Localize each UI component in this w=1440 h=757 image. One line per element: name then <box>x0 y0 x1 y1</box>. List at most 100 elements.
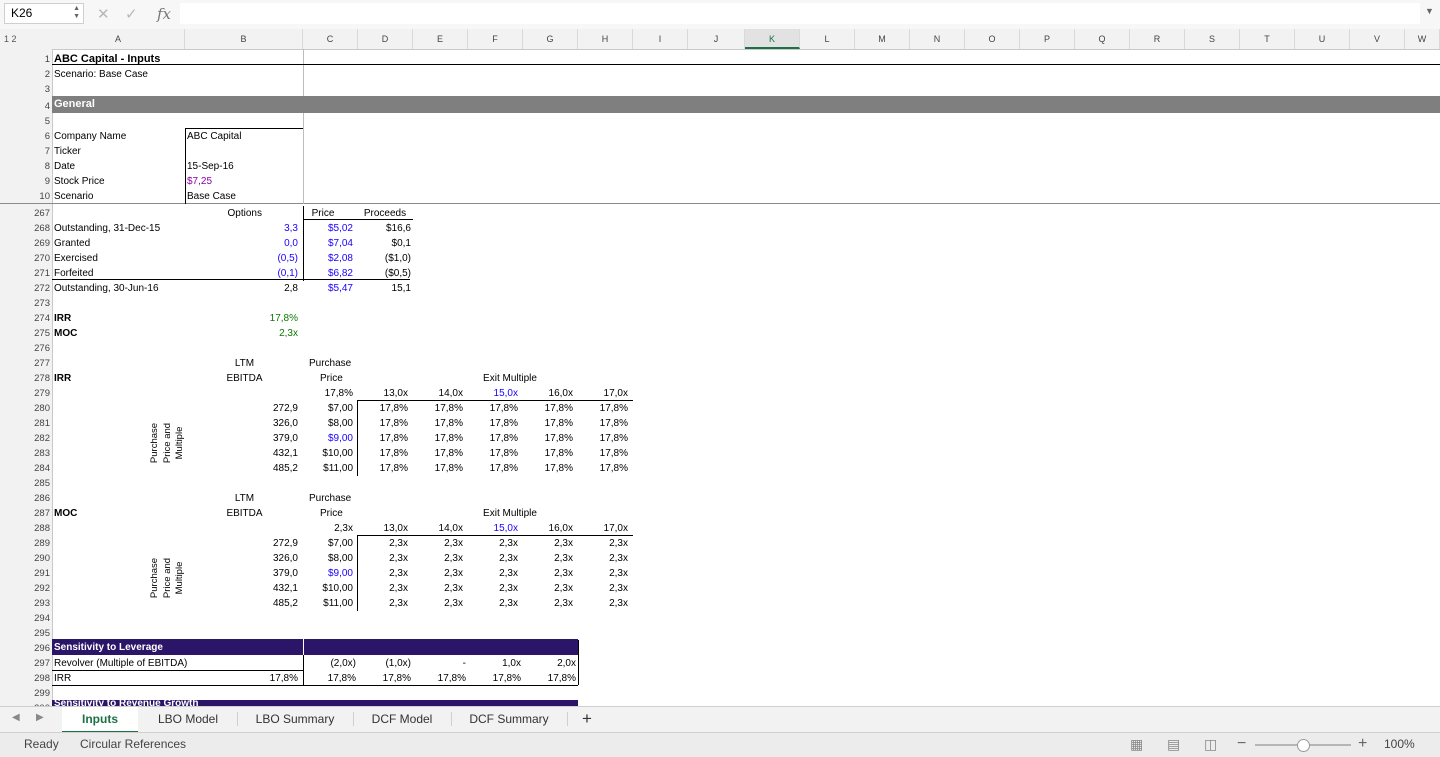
price-label[interactable]: Price <box>320 506 360 521</box>
sensitivity-cell[interactable]: 2,3x <box>523 536 573 551</box>
purchase-price[interactable]: $11,00 <box>303 461 353 476</box>
sensitivity-cell[interactable]: 17,8% <box>358 401 408 416</box>
section-header-revenue-growth[interactable]: Sensitivity to Revenue Growth <box>54 696 454 706</box>
sensitivity-cell[interactable]: 17,8% <box>578 401 628 416</box>
options-row-label[interactable]: Granted <box>54 236 184 251</box>
sensitivity-cell[interactable]: 2,3x <box>523 581 573 596</box>
options-value[interactable]: 3,3 <box>187 221 298 236</box>
sensitivity-cell[interactable]: 17,8% <box>413 401 463 416</box>
options-price[interactable]: $2,08 <box>303 251 353 266</box>
sensitivity-cell[interactable]: 17,8% <box>578 431 628 446</box>
exit-multiple-header[interactable]: 13,0x <box>358 521 408 536</box>
ebitda-value[interactable]: 432,1 <box>187 581 298 596</box>
exit-multiple-header[interactable]: 17,0x <box>578 521 628 536</box>
exit-multiple-header[interactable]: 16,0x <box>523 521 573 536</box>
general-label[interactable]: Stock Price <box>54 174 184 189</box>
sensitivity-cell[interactable]: 2,3x <box>413 536 463 551</box>
sensitivity-cell[interactable]: 2,3x <box>358 551 408 566</box>
ebitda-value[interactable]: 379,0 <box>187 566 298 581</box>
leverage-irr-value[interactable]: 17,8% <box>523 671 576 686</box>
purchase-label[interactable]: Purchase <box>309 356 369 371</box>
ebitda-value[interactable]: 485,2 <box>187 596 298 611</box>
exit-multiple-header[interactable]: 15,0x <box>468 521 518 536</box>
normal-view-icon[interactable]: ▦ <box>1130 736 1143 753</box>
exit-multiple-label[interactable]: Exit Multiple <box>455 506 565 521</box>
exit-multiple-header[interactable]: 14,0x <box>413 521 463 536</box>
exit-multiple-header[interactable]: 15,0x <box>468 386 518 401</box>
purchase-price[interactable]: $10,00 <box>303 446 353 461</box>
revolver-value[interactable]: 1,0x <box>468 656 521 671</box>
general-value[interactable]: $7,25 <box>187 174 301 189</box>
options-value[interactable]: (0,5) <box>187 251 298 266</box>
tab-scroll-right-icon[interactable]: ▶ <box>36 712 44 723</box>
sensitivity-cell[interactable]: 17,8% <box>358 416 408 431</box>
exit-multiple-label[interactable]: Exit Multiple <box>455 371 565 386</box>
sensitivity-cell[interactable]: 2,3x <box>358 581 408 596</box>
purchase-label[interactable]: Purchase <box>309 491 369 506</box>
sensitivity-cell[interactable]: 2,3x <box>358 536 408 551</box>
sensitivity-cell[interactable]: 2,3x <box>523 596 573 611</box>
leverage-irr-value[interactable]: 17,8% <box>358 671 411 686</box>
options-row-label[interactable]: Outstanding, 30-Jun-16 <box>54 281 184 296</box>
leverage-irr-value[interactable]: 17,8% <box>413 671 466 686</box>
leverage-irr-value[interactable]: 17,8% <box>303 671 356 686</box>
exit-multiple-header[interactable]: 17,0x <box>578 386 628 401</box>
moc-value[interactable]: 2,3x <box>187 326 298 341</box>
sensitivity-cell[interactable]: 17,8% <box>413 416 463 431</box>
exit-multiple-header[interactable]: 13,0x <box>358 386 408 401</box>
general-value[interactable]: 15-Sep-16 <box>187 159 301 174</box>
zoom-level[interactable]: 100% <box>1384 737 1415 751</box>
ltm-label[interactable]: LTM <box>187 491 302 506</box>
sensitivity-cell[interactable]: 2,3x <box>578 536 628 551</box>
price-label[interactable]: Price <box>320 371 360 386</box>
worksheet-grid[interactable]: ABC Capital - Inputs Scenario: Base Case G… <box>0 0 1440 706</box>
revolver-value[interactable]: - <box>413 656 466 671</box>
moc-label[interactable]: MOC <box>54 326 174 341</box>
sensitivity-cell[interactable]: 2,3x <box>358 596 408 611</box>
options-value[interactable]: 0,0 <box>187 236 298 251</box>
general-value[interactable]: ABC Capital <box>187 129 301 144</box>
options-row-label[interactable]: Exercised <box>54 251 184 266</box>
ebitda-value[interactable]: 379,0 <box>187 431 298 446</box>
ebitda-value[interactable]: 272,9 <box>187 536 298 551</box>
tab-scroll-left-icon[interactable]: ◀ <box>12 712 20 723</box>
sensitivity-cell[interactable]: 2,3x <box>413 551 463 566</box>
options-header[interactable]: Options <box>187 206 262 221</box>
sensitivity-cell[interactable]: 17,8% <box>468 446 518 461</box>
sensitivity-cell[interactable]: 2,3x <box>468 581 518 596</box>
sensitivity-cell[interactable]: 17,8% <box>523 401 573 416</box>
purchase-price[interactable]: $7,00 <box>303 401 353 416</box>
general-label[interactable]: Company Name <box>54 129 184 144</box>
page-break-icon[interactable]: ◫ <box>1204 736 1217 753</box>
sensitivity-cell[interactable]: 2,3x <box>413 581 463 596</box>
leverage-irr-value[interactable]: 17,8% <box>468 671 521 686</box>
sensitivity-title[interactable]: MOC <box>54 506 174 521</box>
options-proceeds[interactable]: $0,1 <box>358 236 411 251</box>
options-proceeds[interactable]: ($1,0) <box>358 251 411 266</box>
tab-lbo-summary[interactable]: LBO Summary <box>238 707 352 731</box>
exit-multiple-header[interactable]: 14,0x <box>413 386 463 401</box>
ebitda-value[interactable]: 326,0 <box>187 551 298 566</box>
section-header-general[interactable]: General <box>54 96 254 113</box>
tab-dcf-model[interactable]: DCF Model <box>354 707 450 731</box>
zoom-in-button[interactable]: + <box>1358 735 1367 753</box>
add-sheet-button[interactable]: + <box>574 707 600 731</box>
sensitivity-cell[interactable]: 17,8% <box>413 446 463 461</box>
sensitivity-cell[interactable]: 17,8% <box>578 416 628 431</box>
purchase-price[interactable]: $8,00 <box>303 551 353 566</box>
sensitivity-cell[interactable]: 17,8% <box>468 461 518 476</box>
revolver-value[interactable]: 2,0x <box>523 656 576 671</box>
options-proceeds[interactable]: $16,6 <box>358 221 411 236</box>
sensitivity-cell[interactable]: 17,8% <box>413 461 463 476</box>
leverage-irr-base[interactable]: 17,8% <box>187 671 298 686</box>
ltm-label[interactable]: LTM <box>187 356 302 371</box>
zoom-out-button[interactable]: − <box>1237 735 1246 753</box>
sensitivity-cell[interactable]: 17,8% <box>358 446 408 461</box>
ebitda-value[interactable]: 432,1 <box>187 446 298 461</box>
purchase-price[interactable]: $9,00 <box>303 431 353 446</box>
options-proceeds[interactable]: 15,1 <box>358 281 411 296</box>
sensitivity-cell[interactable]: 2,3x <box>578 581 628 596</box>
options-price[interactable]: $5,02 <box>303 221 353 236</box>
tab-dcf-summary[interactable]: DCF Summary <box>452 707 566 731</box>
general-label[interactable]: Ticker <box>54 144 184 159</box>
